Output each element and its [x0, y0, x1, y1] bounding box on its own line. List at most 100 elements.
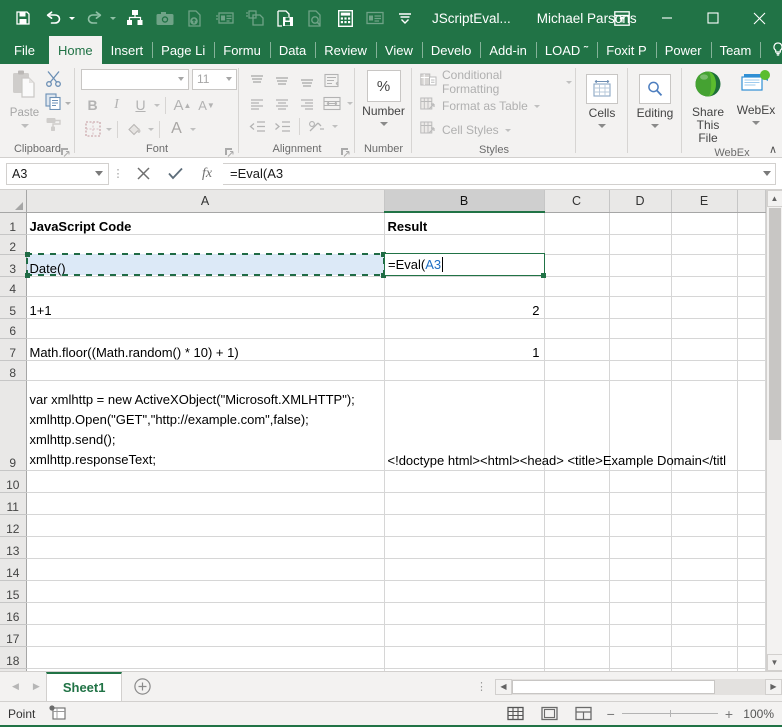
cell-c13[interactable]	[544, 536, 609, 558]
cell-c1[interactable]	[544, 212, 609, 234]
tab-developer[interactable]: Develo	[422, 36, 480, 64]
cell-f2[interactable]	[737, 234, 765, 254]
row-header-2[interactable]: 2	[0, 234, 26, 254]
cell-d12[interactable]	[609, 514, 671, 536]
redo-dropdown-caret-icon[interactable]	[110, 17, 116, 20]
select-all-corner[interactable]	[0, 190, 26, 212]
cell-c17[interactable]	[544, 624, 609, 646]
tab-page-layout[interactable]: Page Li	[152, 36, 214, 64]
cell-d5[interactable]	[609, 296, 671, 318]
font-size-combo[interactable]: 11	[192, 69, 237, 90]
align-top-button[interactable]	[245, 70, 269, 92]
increase-indent-button[interactable]	[270, 116, 294, 138]
paste-button[interactable]: Paste	[4, 67, 45, 128]
cell-b13[interactable]	[384, 536, 544, 558]
copy-documents-icon[interactable]	[240, 4, 270, 32]
cell-d11[interactable]	[609, 492, 671, 514]
cell-e5[interactable]	[671, 296, 737, 318]
merge-dropdown-caret-icon[interactable]	[347, 102, 353, 105]
cell-e10[interactable]	[671, 470, 737, 492]
orientation-button[interactable]	[305, 116, 329, 138]
customize-qat-icon[interactable]	[390, 4, 420, 32]
cell-editor-fill-handle[interactable]	[541, 273, 546, 278]
hierarchy-icon[interactable]	[120, 4, 150, 32]
insert-function-fx-icon[interactable]: fx	[191, 163, 223, 185]
fill-color-caret-icon[interactable]	[148, 128, 154, 131]
cell-a17[interactable]	[26, 624, 384, 646]
cell-f4[interactable]	[737, 276, 765, 296]
cell-d4[interactable]	[609, 276, 671, 296]
cell-c8[interactable]	[544, 360, 609, 380]
cell-a3[interactable]: Date()	[26, 254, 384, 276]
horizontal-scroll-thumb[interactable]	[512, 680, 715, 694]
row-header-19[interactable]: 19	[0, 668, 26, 671]
tab-view[interactable]: View	[376, 36, 422, 64]
cell-f8[interactable]	[737, 360, 765, 380]
cell-d18[interactable]	[609, 646, 671, 668]
cell-c15[interactable]	[544, 580, 609, 602]
redo-icon[interactable]	[79, 4, 109, 32]
cell-d2[interactable]	[609, 234, 671, 254]
name-box-caret-icon[interactable]	[95, 171, 103, 176]
cell-e14[interactable]	[671, 558, 737, 580]
cell-b7[interactable]: 1	[384, 338, 544, 360]
cell-e18[interactable]	[671, 646, 737, 668]
cell-d14[interactable]	[609, 558, 671, 580]
cell-b5[interactable]: 2	[384, 296, 544, 318]
conditional-formatting-button[interactable]: Conditional Formatting	[418, 70, 572, 94]
cell-e1[interactable]	[671, 212, 737, 234]
row-header-3[interactable]: 3	[0, 254, 26, 276]
cell-f9[interactable]	[737, 380, 765, 470]
cell-d16[interactable]	[609, 602, 671, 624]
previous-sheet-arrow-icon[interactable]: ◀	[12, 681, 19, 692]
formula-input[interactable]: =Eval(A3	[223, 163, 776, 185]
merge-and-center-button[interactable]	[320, 93, 344, 115]
tab-foxit-pdf[interactable]: Foxit P	[597, 36, 655, 64]
cell-d8[interactable]	[609, 360, 671, 380]
camera-icon[interactable]	[150, 4, 180, 32]
save-icon[interactable]	[8, 4, 38, 32]
row-header-18[interactable]: 18	[0, 646, 26, 668]
cell-c4[interactable]	[544, 276, 609, 296]
calculator-icon[interactable]	[330, 4, 360, 32]
cell-f15[interactable]	[737, 580, 765, 602]
cell-a18[interactable]	[26, 646, 384, 668]
cut-button[interactable]	[45, 70, 71, 91]
tab-team[interactable]: Team	[711, 36, 761, 64]
redo-button[interactable]	[79, 4, 120, 32]
record-macro-icon[interactable]	[49, 705, 66, 723]
cell-f10[interactable]	[737, 470, 765, 492]
column-header-d[interactable]: D	[609, 190, 671, 212]
row-header-15[interactable]: 15	[0, 580, 26, 602]
align-left-button[interactable]	[245, 93, 269, 115]
cell-a2[interactable]	[26, 234, 384, 254]
cell-e7[interactable]	[671, 338, 737, 360]
form-card-icon[interactable]	[210, 4, 240, 32]
page-break-preview-icon[interactable]	[573, 705, 595, 723]
cell-b19[interactable]	[384, 668, 544, 671]
sheet-tab-sheet1[interactable]: Sheet1	[46, 672, 123, 701]
cell-b4[interactable]	[384, 276, 544, 296]
tab-formulas[interactable]: Formu	[214, 36, 270, 64]
row-header-8[interactable]: 8	[0, 360, 26, 380]
row-header-6[interactable]: 6	[0, 318, 26, 338]
alignment-dialog-launcher[interactable]	[340, 145, 351, 156]
cell-a5[interactable]: 1+1	[26, 296, 384, 318]
cell-a4[interactable]	[26, 276, 384, 296]
cell-b12[interactable]	[384, 514, 544, 536]
cell-a12[interactable]	[26, 514, 384, 536]
horizontal-scrollbar[interactable]: ⋮ ◀ ▶	[162, 672, 782, 701]
format-as-table-caret-icon[interactable]	[534, 105, 540, 108]
cell-c2[interactable]	[544, 234, 609, 254]
cell-f3[interactable]	[737, 254, 765, 276]
cell-e11[interactable]	[671, 492, 737, 514]
font-color-caret-icon[interactable]	[190, 128, 196, 131]
underline-button[interactable]: U	[129, 94, 152, 116]
cell-b14[interactable]	[384, 558, 544, 580]
cell-f18[interactable]	[737, 646, 765, 668]
cell-c6[interactable]	[544, 318, 609, 338]
cell-d19[interactable]	[609, 668, 671, 671]
cell-b1[interactable]: Result	[384, 212, 544, 234]
row-header-12[interactable]: 12	[0, 514, 26, 536]
cell-a1[interactable]: JavaScript Code	[26, 212, 384, 234]
